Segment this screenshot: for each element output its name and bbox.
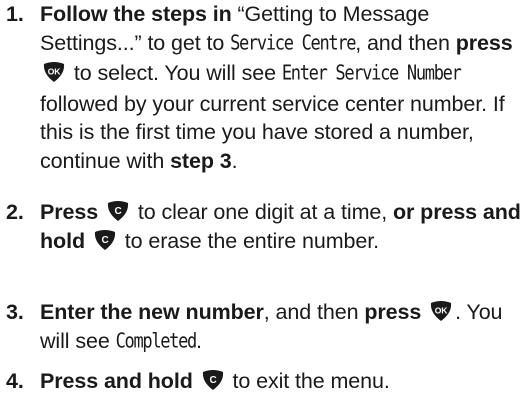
step-text: followed by your current service center …	[40, 91, 505, 173]
display-text: Enter Service Number	[281, 61, 462, 86]
step-3: 3. Enter the new number, and then press …	[0, 298, 524, 357]
step-text: .	[196, 328, 202, 353]
ok-key-label: OK	[48, 67, 62, 77]
ok-key-label: OK	[435, 306, 449, 316]
step-1: 1. Follow the steps in “Getting to Messa…	[0, 0, 524, 175]
step-text: to clear one digit at a time,	[131, 200, 393, 224]
step-text: .	[231, 148, 238, 173]
step-number: 4.	[6, 369, 24, 393]
step-text: , and then	[355, 30, 456, 55]
step-4: 4. Press and hold C to exit the menu.	[0, 367, 390, 396]
step-text-bold: Enter the new number	[40, 300, 264, 324]
clear-key-label: C	[114, 206, 121, 217]
display-text: Completed	[115, 329, 198, 353]
clear-key-icon: C	[106, 200, 130, 222]
step-number: 3.	[6, 300, 24, 324]
step-text: to select. You will see	[68, 61, 282, 85]
clear-key-icon: C	[201, 369, 225, 391]
step-number: 1.	[6, 2, 24, 26]
step-text-bold: Press and hold	[40, 369, 193, 393]
step-text-bold: Press	[40, 200, 99, 224]
step-text-bold: press	[364, 300, 422, 324]
ok-key-icon: OK	[429, 300, 453, 322]
clear-key-icon: C	[93, 229, 117, 251]
step-2: 2. Press C to clear one digit at a time,…	[0, 198, 524, 255]
step-text: to erase the entire number.	[118, 228, 379, 253]
step-text-bold: Follow the steps in	[40, 2, 232, 26]
step-text: to exit the menu.	[226, 369, 390, 393]
step-text: , and then	[263, 300, 365, 324]
step-number: 2.	[6, 200, 24, 224]
display-text: Service Centre	[230, 31, 356, 55]
step-text-bold: press	[455, 30, 513, 55]
clear-key-label: C	[209, 375, 216, 386]
ok-key-icon: OK	[42, 61, 66, 83]
step-text-bold: step 3	[170, 148, 232, 173]
clear-key-label: C	[101, 235, 108, 246]
